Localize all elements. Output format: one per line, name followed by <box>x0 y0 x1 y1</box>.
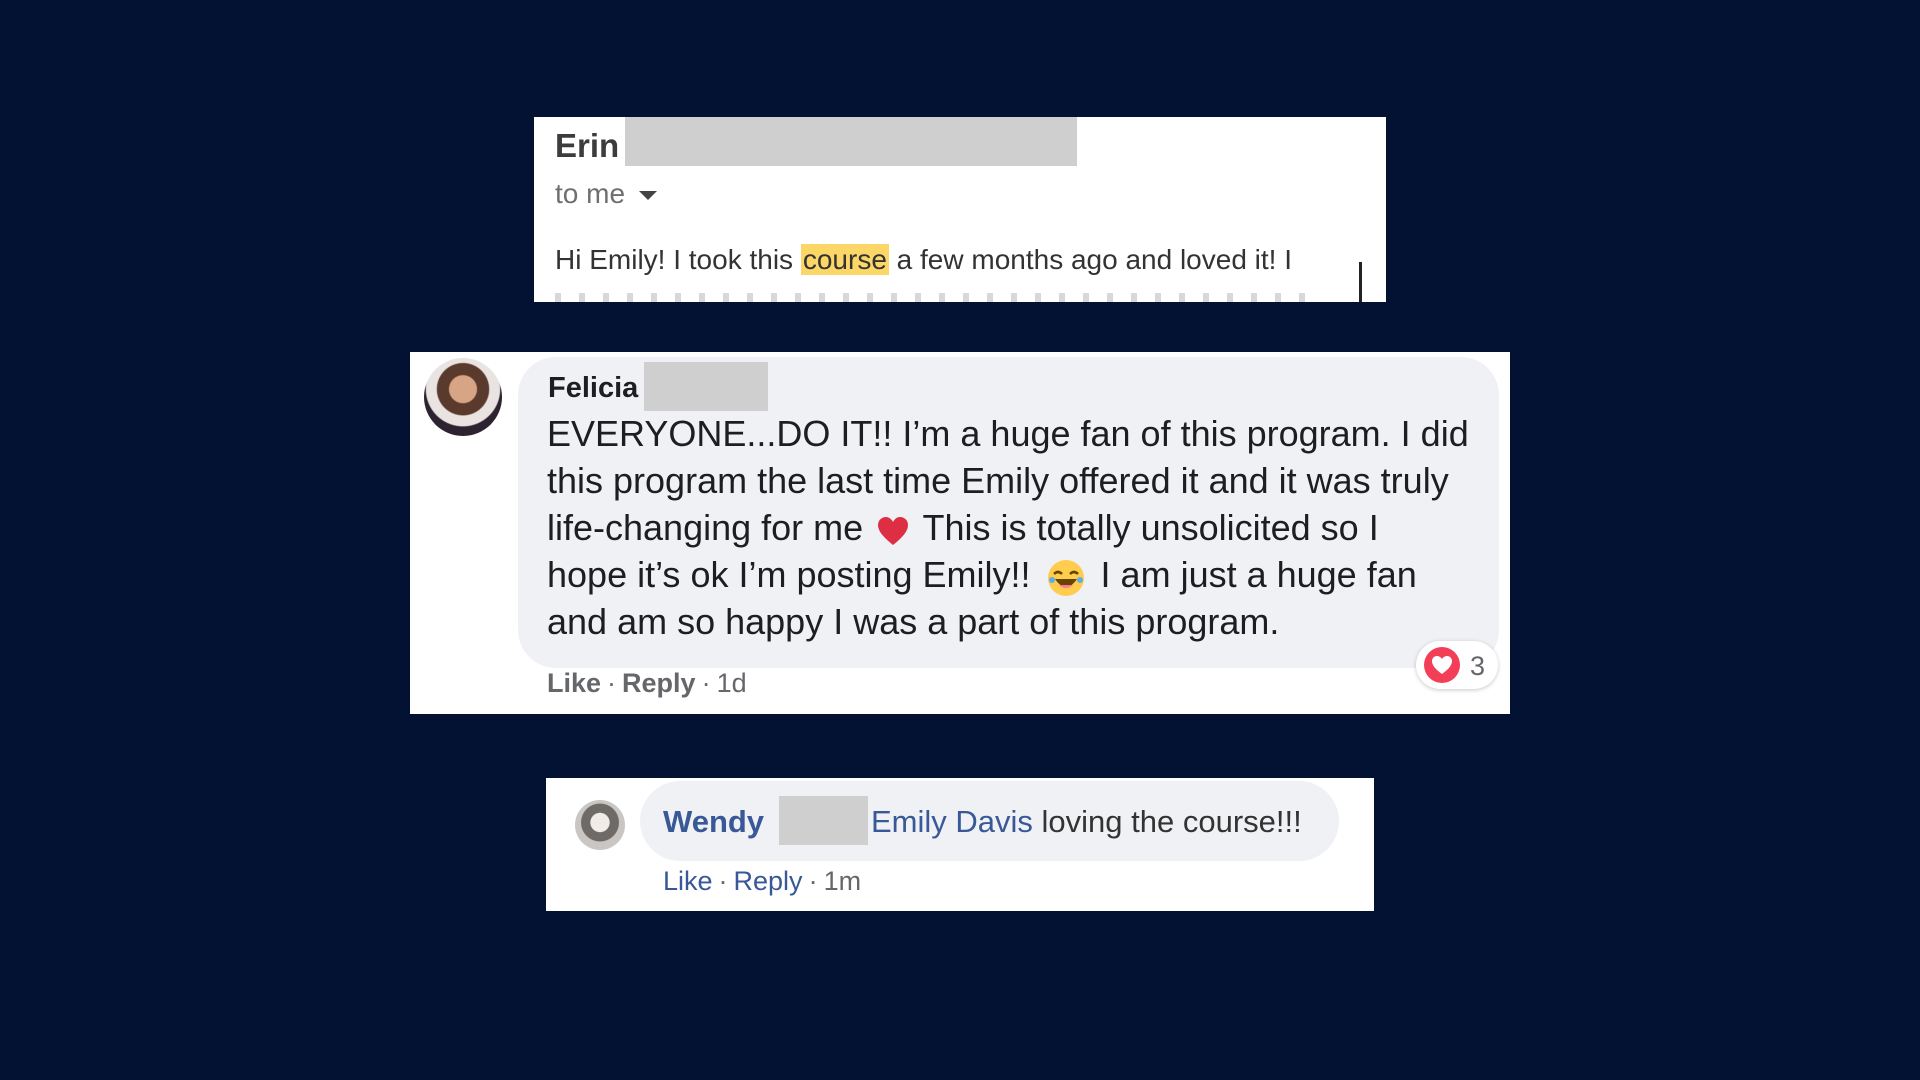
comment-actions: Like · Reply · 1m <box>663 866 861 897</box>
search-highlight: course <box>800 244 889 275</box>
comment-actions: Like · Reply · 1d <box>547 668 747 699</box>
email-card: Erin to me Hi Emily! I took this course … <box>534 117 1386 302</box>
email-recipient[interactable]: to me <box>555 178 658 210</box>
redacted-surname <box>779 796 868 845</box>
separator: · <box>607 668 617 698</box>
separator: · <box>718 866 728 896</box>
heart-emoji-icon <box>878 517 909 545</box>
comment-line: this program the last time Emily offered… <box>547 460 1449 501</box>
comment-line: EVERYONE...DO IT!! I’m a huge fan of thi… <box>547 413 1469 454</box>
redacted-surname <box>644 362 768 411</box>
separator: · <box>701 668 711 698</box>
email-body-end: a few months ago and loved it! I <box>888 244 1293 275</box>
commenter-name[interactable]: Wendy <box>663 804 764 840</box>
comment-line: I am just a huge fan <box>1090 554 1417 595</box>
comment-card-felicia: Felicia EVERYONE...DO IT!! I’m a huge fa… <box>410 352 1510 714</box>
redacted-surname <box>625 117 1077 166</box>
text-cursor <box>1359 262 1362 302</box>
reaction-badge[interactable]: 3 <box>1416 641 1498 689</box>
email-sender-name: Erin <box>555 127 620 164</box>
mention-link[interactable]: Emily Davis <box>871 804 1033 839</box>
email-body-start: Hi Emily! I took this <box>555 244 801 275</box>
comment-message: loving the course!!! <box>1032 804 1302 839</box>
love-reaction-icon <box>1424 647 1460 683</box>
comment-text: Emily Davis loving the course!!! <box>871 804 1302 840</box>
laughing-emoji-icon <box>1047 560 1084 596</box>
avatar[interactable] <box>575 800 625 850</box>
email-body: Hi Emily! I took this course a few month… <box>555 244 1292 276</box>
reply-button[interactable]: Reply <box>734 866 803 896</box>
timestamp[interactable]: 1d <box>717 668 747 698</box>
like-button[interactable]: Like <box>663 866 713 896</box>
comment-line: and am so happy I was a part of this pro… <box>547 601 1280 642</box>
chevron-down-icon[interactable] <box>639 191 658 201</box>
timestamp[interactable]: 1m <box>824 866 862 896</box>
comment-card-wendy: Wendy Emily Davis loving the course!!! L… <box>546 778 1374 911</box>
separator: · <box>808 866 818 896</box>
comment-line: hope it’s ok I’m posting Emily!! <box>547 554 1041 595</box>
cut-off-text-line <box>555 293 1315 302</box>
comment-line: This is totally unsolicited so I <box>913 507 1379 548</box>
commenter-name[interactable]: Felicia <box>548 372 638 405</box>
reaction-count: 3 <box>1470 651 1486 681</box>
like-button[interactable]: Like <box>547 668 601 698</box>
heart-icon <box>1432 656 1452 674</box>
email-recipient-label: to me <box>555 178 626 209</box>
comment-line: life-changing for me <box>547 507 874 548</box>
comment-text: EVERYONE...DO IT!! I’m a huge fan of thi… <box>547 410 1477 645</box>
avatar[interactable] <box>424 358 502 436</box>
reply-button[interactable]: Reply <box>622 668 696 698</box>
